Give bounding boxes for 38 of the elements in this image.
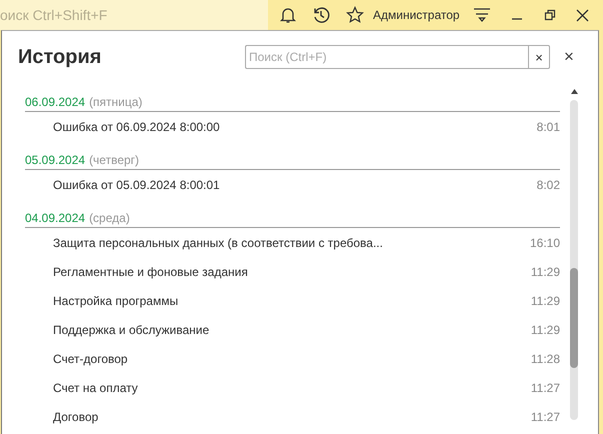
clear-button[interactable]: × <box>528 45 550 69</box>
star-icon[interactable] <box>346 6 364 24</box>
close-button[interactable]: × <box>560 47 578 67</box>
item-time: 11:29 <box>530 294 560 308</box>
item-time: 11:28 <box>530 352 560 366</box>
window-title: История <box>18 46 102 68</box>
scroll-up-icon[interactable] <box>570 89 578 94</box>
close-icon[interactable] <box>576 8 589 22</box>
history-item-link[interactable]: Защита персональных данных (в соответствии с требова... <box>53 236 383 250</box>
search-field[interactable]: Поиск (Ctrl+F) <box>245 45 528 69</box>
scrollbar-thumb[interactable] <box>570 268 578 368</box>
item-time: 8:01 <box>536 120 560 134</box>
global-search-field[interactable]: оиск Ctrl+Shift+F <box>0 0 268 30</box>
item-time: 11:27 <box>530 410 560 424</box>
history-item-link[interactable]: Поддержка и обслуживание <box>53 322 210 336</box>
item-time: 11:29 <box>530 264 560 278</box>
history-item-link[interactable]: Ошибка от 06.09.2024 8:00:00 <box>53 120 220 134</box>
item-time: 11:27 <box>530 380 560 394</box>
history-item-link[interactable]: Регламентные и фоновые задания <box>53 264 248 278</box>
date-heading: 04.09.2024 <box>25 211 86 225</box>
item-time: 8:02 <box>536 178 560 192</box>
date-heading: 06.09.2024 <box>25 95 86 109</box>
bell-icon[interactable] <box>280 6 296 24</box>
weekday-label: (среда) <box>89 211 130 225</box>
user-name[interactable]: Администратор <box>373 8 460 22</box>
history-item-link[interactable]: Ошибка от 05.09.2024 8:00:01 <box>53 178 220 192</box>
weekday-label: (четверг) <box>89 153 140 167</box>
date-heading: 05.09.2024 <box>25 153 86 167</box>
restore-icon[interactable] <box>544 9 556 21</box>
history-item-link[interactable]: Настройка программы <box>53 294 178 308</box>
menu-icon[interactable] <box>472 7 491 23</box>
history-icon[interactable] <box>312 6 330 24</box>
item-time: 11:29 <box>530 322 560 336</box>
weekday-label: (пятница) <box>89 95 142 109</box>
history-item-link[interactable]: Договор <box>53 410 98 424</box>
history-item-link[interactable]: Счет-договор <box>53 352 128 366</box>
item-time: 16:10 <box>530 236 560 250</box>
history-item-link[interactable]: Счет на оплату <box>53 380 138 394</box>
